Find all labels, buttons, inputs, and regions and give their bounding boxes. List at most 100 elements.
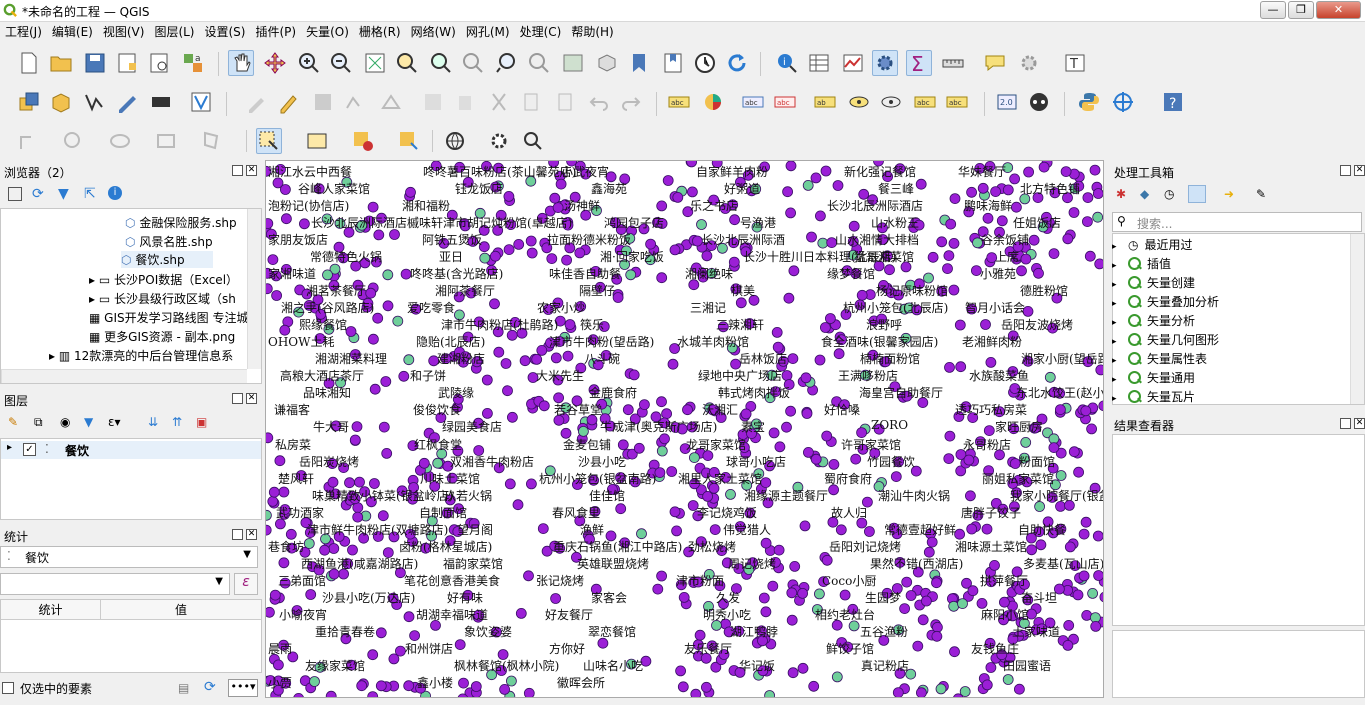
- menu-raster[interactable]: 栅格(R): [354, 22, 406, 40]
- new-virtual-layer-icon[interactable]: [148, 89, 174, 115]
- pan-to-selection-icon[interactable]: [262, 50, 288, 76]
- float-panel-icon[interactable]: [232, 393, 243, 404]
- close-panel-icon[interactable]: ✕: [246, 165, 257, 176]
- stats-layer-select[interactable]: ⁚ 餐饮 ▼: [0, 546, 258, 568]
- toolbox-item-vector-creation[interactable]: ▸ 矢量创建: [1112, 274, 1195, 293]
- add-feature-icon[interactable]: [342, 89, 368, 115]
- browser-item-more-gis[interactable]: ▦ 更多GIS资源 - 副本.png: [89, 328, 235, 345]
- browser-item-poi-excel[interactable]: ▸ ▭ 长沙POI数据（Excel）: [89, 271, 238, 288]
- zoom-native-icon[interactable]: [460, 50, 486, 76]
- zoom-in-icon[interactable]: [296, 50, 322, 76]
- pan-map-icon[interactable]: [228, 50, 254, 76]
- filter-by-expression-icon[interactable]: ε▾: [108, 415, 121, 429]
- expand-arrow-icon[interactable]: ▸: [7, 442, 12, 453]
- toolbox-item-vector-overlay[interactable]: ▸ 矢量叠加分析: [1112, 293, 1219, 312]
- measure-line-icon[interactable]: [940, 50, 966, 76]
- toolbox-item-vector-tiles[interactable]: ▸ 矢量瓦片: [1112, 388, 1195, 407]
- toolbox-item-recent[interactable]: ▸ ◷ 最近用过: [1112, 236, 1193, 255]
- stats-column-header-value[interactable]: 值: [101, 600, 261, 620]
- menu-edit[interactable]: 编辑(E): [47, 22, 98, 40]
- paste-features-icon[interactable]: [552, 89, 578, 115]
- help-icon[interactable]: ?: [1160, 89, 1186, 115]
- close-panel-icon[interactable]: ✕: [1354, 418, 1365, 429]
- select-by-value-icon[interactable]: [304, 128, 330, 154]
- browser-item-catering[interactable]: ⬡ 餐饮.shp: [121, 251, 213, 268]
- new-map-view-icon[interactable]: [560, 50, 586, 76]
- add-rectangle-icon[interactable]: [154, 128, 180, 154]
- toolbox-scrollbar[interactable]: [1350, 234, 1364, 404]
- modify-attributes-icon[interactable]: [420, 89, 446, 115]
- toggle-editing-icon[interactable]: [276, 89, 302, 115]
- float-panel-icon[interactable]: [232, 529, 243, 540]
- toolbox-item-vector-geometry[interactable]: ▸ 矢量几何图形: [1112, 331, 1219, 350]
- redo-icon[interactable]: [618, 89, 644, 115]
- change-label-properties-icon[interactable]: abc: [912, 89, 938, 115]
- save-edits-icon[interactable]: [310, 89, 336, 115]
- data-source-manager-icon[interactable]: [16, 89, 42, 115]
- expression-builder-icon[interactable]: ε: [234, 573, 258, 595]
- deselect-all-icon[interactable]: [350, 128, 376, 154]
- browser-item-admin-systems[interactable]: ▸ ▥ 12款漂亮的中后台管理信息系: [49, 347, 233, 364]
- new-shapefile-icon[interactable]: [82, 89, 108, 115]
- collapse-all-icon[interactable]: ⇱: [84, 186, 96, 202]
- stats-expression-field[interactable]: ▼: [0, 573, 230, 595]
- move-label-icon[interactable]: [846, 89, 872, 115]
- close-panel-icon[interactable]: ✕: [246, 529, 257, 540]
- browser-vertical-scrollbar[interactable]: [247, 209, 261, 369]
- edit-features-in-place-icon[interactable]: ➜: [1224, 187, 1234, 201]
- style-layer-icon[interactable]: ✎: [8, 415, 18, 429]
- new-temp-layer-icon[interactable]: [114, 89, 140, 115]
- processing-settings-icon[interactable]: [872, 50, 898, 76]
- close-panel-icon[interactable]: ✕: [246, 393, 257, 404]
- georeferencer-icon[interactable]: [1110, 89, 1136, 115]
- layout-manager-icon[interactable]: [146, 50, 172, 76]
- add-ellipse-icon[interactable]: [108, 128, 134, 154]
- menu-plugins[interactable]: 插件(P): [250, 22, 301, 40]
- sum-statistics-icon[interactable]: Σ: [906, 50, 932, 76]
- browser-horizontal-scrollbar[interactable]: [1, 369, 247, 383]
- new-print-layout-icon[interactable]: [114, 50, 140, 76]
- new-spatialite-icon[interactable]: [188, 89, 214, 115]
- show-hide-labels-icon[interactable]: ab: [812, 89, 838, 115]
- toolbox-item-vector-general[interactable]: ▸ 矢量通用: [1112, 369, 1195, 388]
- zoom-out-icon[interactable]: [328, 50, 354, 76]
- models-icon[interactable]: ✱: [1116, 187, 1126, 201]
- close-panel-icon[interactable]: ✕: [1354, 165, 1365, 176]
- history-icon[interactable]: ◷: [1164, 187, 1174, 201]
- browser-item-gis-roadmap[interactable]: ▦ GIS开发学习路线图 专注城: [89, 309, 248, 326]
- open-attribute-table-icon[interactable]: [806, 50, 832, 76]
- zoom-to-selection-icon[interactable]: [394, 50, 420, 76]
- more-options-button[interactable]: •••▾: [228, 679, 258, 697]
- expand-all-icon[interactable]: ⇊: [148, 415, 158, 429]
- zoom-next-icon[interactable]: [526, 50, 552, 76]
- remove-layer-icon[interactable]: ▣: [196, 415, 207, 429]
- new-geopackage-icon[interactable]: [48, 89, 74, 115]
- identify-features-icon[interactable]: i: [774, 50, 800, 76]
- menu-web[interactable]: 网络(W): [406, 22, 461, 40]
- filter-browser-icon[interactable]: ▼: [58, 186, 69, 202]
- minimize-button[interactable]: —: [1260, 1, 1286, 19]
- zoom-to-layer-icon[interactable]: [428, 50, 454, 76]
- browser-item-scenic[interactable]: ⬡ 风景名胜.shp: [125, 233, 213, 250]
- layer-visibility-checkbox[interactable]: ✓: [23, 443, 36, 456]
- gps-settings-icon[interactable]: [1016, 50, 1042, 76]
- menu-processing[interactable]: 处理(C): [515, 22, 567, 40]
- open-project-icon[interactable]: [48, 50, 74, 76]
- toolbox-item-interpolation[interactable]: ▸ 插值: [1112, 255, 1171, 274]
- rotate-label-icon[interactable]: [878, 89, 904, 115]
- restore-button[interactable]: ❐: [1288, 1, 1314, 19]
- refresh-icon[interactable]: [724, 50, 750, 76]
- select-location-icon[interactable]: [396, 128, 422, 154]
- delete-selected-icon[interactable]: [452, 89, 478, 115]
- selected-only-checkbox[interactable]: [2, 682, 14, 694]
- float-panel-icon[interactable]: [1340, 165, 1351, 176]
- menu-view[interactable]: 视图(V): [98, 22, 150, 40]
- style-manager-icon[interactable]: a: [180, 50, 206, 76]
- collapse-all-layers-icon[interactable]: ⇈: [172, 415, 182, 429]
- menu-layer[interactable]: 图层(L): [149, 22, 199, 40]
- label-properties-icon[interactable]: abc: [944, 89, 970, 115]
- save-project-icon[interactable]: [82, 50, 108, 76]
- zoom-last-icon[interactable]: [494, 50, 520, 76]
- new-3d-view-icon[interactable]: [594, 50, 620, 76]
- copy-features-icon[interactable]: [518, 89, 544, 115]
